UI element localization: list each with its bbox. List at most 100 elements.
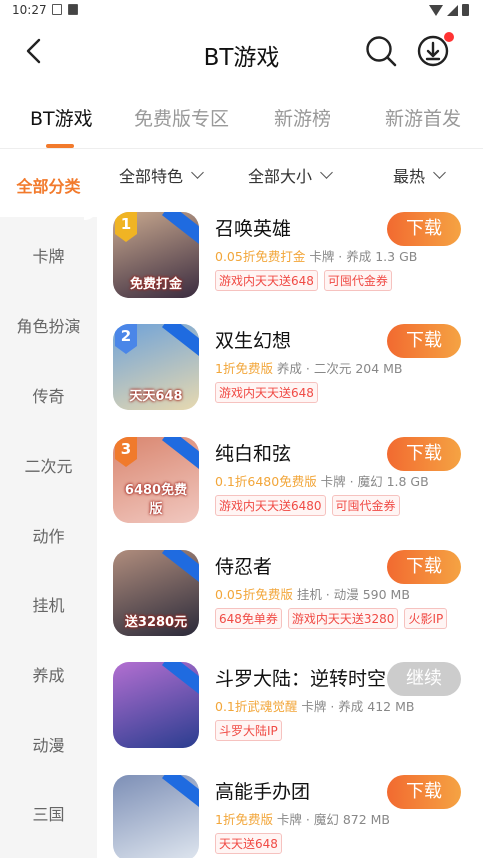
game-icon[interactable] — [113, 775, 199, 858]
icon-caption: 免费打金 — [129, 277, 182, 292]
filter-feature-dropdown[interactable]: 全部特色 — [119, 163, 204, 187]
chevron-down-icon — [433, 166, 446, 179]
tab-free-zone[interactable]: 免费版专区 — [134, 104, 229, 131]
filter-size-dropdown[interactable]: 全部大小 — [248, 163, 333, 187]
game-tags: 游戏内天天送6480 可囤代金券 — [215, 495, 400, 516]
game-discount: 0.05折免费版 — [215, 587, 293, 602]
game-discount: 0.05折免费打金 — [215, 249, 306, 264]
filter-sort-dropdown[interactable]: 最热 — [393, 163, 446, 187]
download-button[interactable]: 下载 — [387, 550, 461, 584]
game-tag: 火影IP — [404, 608, 448, 629]
game-name: 斗罗大陆：逆转时空 — [215, 668, 387, 690]
game-tags: 648免单券 游戏内天天送3280 火影IP — [215, 608, 448, 629]
game-meta: 0.1折武魂觉醒 卡牌 · 养成 412 MB — [215, 696, 414, 715]
speed-ribbon-icon — [161, 437, 199, 471]
search-button[interactable] — [364, 34, 398, 68]
download-button[interactable]: 下载 — [387, 212, 461, 246]
speed-ribbon-icon — [161, 775, 199, 809]
game-meta: 0.05折免费版 挂机 · 动漫 590 MB — [215, 584, 410, 603]
rank-badge-icon: 1 — [113, 212, 139, 242]
speed-ribbon-icon — [161, 324, 199, 358]
game-name: 纯白和弦 — [215, 443, 292, 465]
sidebar-item-card[interactable]: 卡牌 — [0, 243, 97, 267]
game-tag: 游戏内天天送3280 — [287, 608, 399, 629]
sidebar-item-anime[interactable]: 二次元 — [0, 453, 97, 477]
tab-new-releases[interactable]: 新游首发 — [385, 104, 461, 131]
filter-bar: 全部特色 全部大小 最热 — [97, 149, 483, 197]
game-tags: 游戏内天天送648 可囤代金券 — [215, 270, 392, 291]
continue-button[interactable]: 继续 — [387, 662, 461, 696]
game-tag: 648免单券 — [215, 608, 282, 629]
game-tag: 天天送648 — [215, 833, 282, 854]
sidebar-item-rpg[interactable]: 角色扮演 — [0, 313, 97, 337]
speed-ribbon-icon — [161, 662, 199, 696]
download-button[interactable]: 下载 — [387, 775, 461, 809]
icon-caption: 天天648 — [129, 389, 183, 404]
sidebar-item-comic[interactable]: 动漫 — [0, 732, 97, 756]
game-discount: 0.1折武魂觉醒 — [215, 699, 298, 714]
speed-ribbon-icon — [161, 212, 199, 246]
icon-caption: 送3280元 — [124, 615, 188, 630]
game-icon[interactable] — [113, 662, 199, 748]
game-name: 召唤英雄 — [215, 218, 292, 240]
game-tag: 游戏内天天送6480 — [215, 495, 326, 516]
game-tag: 斗罗大陆IP — [215, 720, 282, 741]
icon-caption: 6480免费版 — [124, 483, 188, 517]
game-list-item[interactable]: 3 6480免费版 纯白和弦 0.1折6480免费版 卡牌 · 魔幻 1.8 GB 游戏… — [97, 437, 483, 547]
sidebar-notch — [84, 207, 97, 220]
game-icon[interactable]: 1 免费打金 — [113, 212, 199, 298]
filter-feature-label: 全部特色 — [119, 167, 184, 186]
speed-ribbon-icon — [161, 550, 199, 584]
game-list-item[interactable]: 2 天天648 双生幻想 1折免费版 养成 · 二次元 204 MB 游戏内天天送648… — [97, 324, 483, 434]
game-tag: 游戏内天天送648 — [215, 270, 318, 291]
game-list-item[interactable]: 1 免费打金 召唤英雄 0.05折免费打金 卡牌 · 养成 1.3 GB 游戏内天天送6… — [97, 212, 483, 322]
game-tags: 天天送648 — [215, 833, 282, 854]
wifi-icon — [429, 4, 443, 16]
game-meta: 0.05折免费打金 卡牌 · 养成 1.3 GB — [215, 246, 417, 265]
sidebar-item-three-kingdoms[interactable]: 三国 — [0, 801, 97, 825]
game-list-item[interactable]: 斗罗大陆：逆转时空 0.1折武魂觉醒 卡牌 · 养成 412 MB 斗罗大陆IP 继续 — [97, 662, 483, 772]
signal-icon — [447, 4, 458, 16]
game-name: 高能手办团 — [215, 781, 311, 803]
game-tag: 游戏内天天送648 — [215, 382, 318, 403]
game-genre-size: 卡牌 · 魔幻 872 MB — [272, 812, 391, 827]
sidebar-item-idle[interactable]: 挂机 — [0, 592, 97, 616]
page-title: BT游戏 — [203, 45, 280, 71]
rank-badge-icon: 2 — [113, 324, 139, 354]
chevron-down-icon — [320, 166, 333, 179]
game-tags: 游戏内天天送648 — [215, 382, 318, 403]
tab-new-games-ranking[interactable]: 新游榜 — [274, 104, 331, 131]
tab-bt-games[interactable]: BT游戏 — [30, 104, 93, 131]
filter-size-label: 全部大小 — [248, 167, 313, 186]
search-icon — [366, 36, 397, 67]
sidebar-item-legend[interactable]: 传奇 — [0, 383, 97, 407]
game-icon[interactable]: 3 6480免费版 — [113, 437, 199, 523]
sidebar-item-all[interactable]: 全部分类 — [0, 173, 97, 197]
game-tag: 可囤代金券 — [323, 270, 392, 291]
game-genre-size: 卡牌 · 养成 1.3 GB — [305, 249, 418, 264]
rank-number: 3 — [120, 440, 132, 458]
sidebar-item-action[interactable]: 动作 — [0, 523, 97, 547]
notification-b-icon — [68, 4, 78, 15]
notification-icons — [52, 4, 78, 15]
category-tabs: BT游戏 免费版专区 新游榜 新游首发 — [0, 92, 483, 148]
battery-icon — [462, 4, 469, 16]
game-name: 侍忍者 — [215, 556, 273, 578]
game-icon[interactable]: 送3280元 — [113, 550, 199, 636]
download-button[interactable]: 下载 — [387, 437, 461, 471]
status-bar: 10:27 — [0, 0, 483, 22]
rank-badge-icon: 3 — [113, 437, 139, 467]
game-tags: 斗罗大陆IP — [215, 720, 282, 741]
game-meta: 1折免费版 卡牌 · 魔幻 872 MB — [215, 809, 390, 828]
rank-number: 1 — [120, 215, 132, 233]
game-genre-size: 养成 · 二次元 204 MB — [272, 361, 403, 376]
game-list-item[interactable]: 送3280元 侍忍者 0.05折免费版 挂机 · 动漫 590 MB 648免单券 游戏… — [97, 550, 483, 660]
game-name: 双生幻想 — [215, 330, 292, 352]
download-button[interactable]: 下载 — [387, 324, 461, 358]
system-icons — [429, 4, 469, 16]
game-list-item[interactable]: 高能手办团 1折免费版 卡牌 · 魔幻 872 MB 天天送648 下载 — [97, 775, 483, 858]
sidebar-item-nurture[interactable]: 养成 — [0, 662, 97, 686]
game-icon[interactable]: 2 天天648 — [113, 324, 199, 410]
download-manager-button[interactable] — [416, 32, 454, 68]
game-discount: 1折免费版 — [215, 361, 273, 376]
